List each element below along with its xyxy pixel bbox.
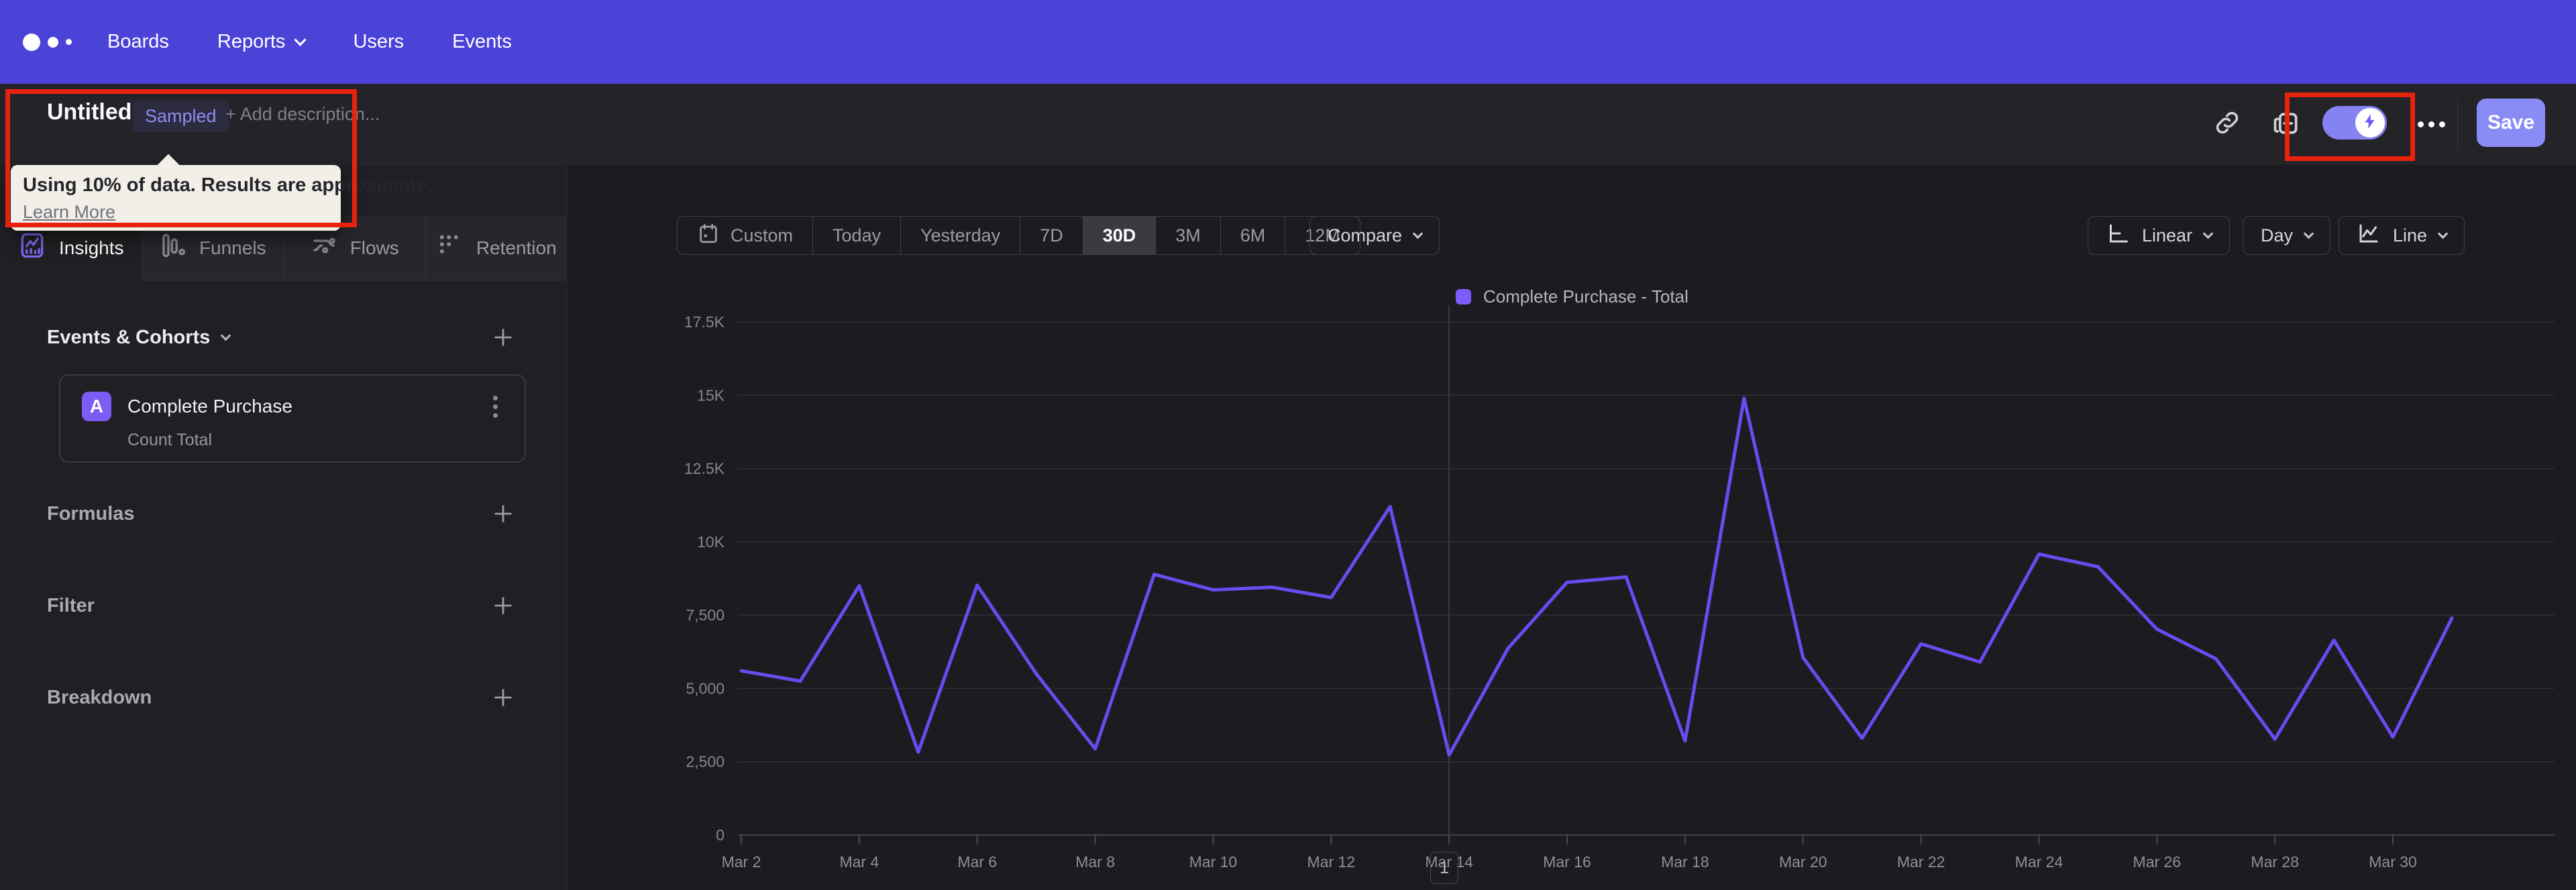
add-formulas-button[interactable] [488, 499, 518, 529]
tab-label: Insights [59, 237, 124, 258]
svg-text:Mar 20: Mar 20 [1779, 853, 1827, 871]
section-breakdown: Breakdown [0, 677, 567, 718]
pagination-page-1[interactable]: 1 [1430, 852, 1458, 884]
svg-text:Mar 26: Mar 26 [2133, 853, 2182, 871]
add-to-board-icon [2271, 108, 2301, 141]
event-name: Complete Purchase [127, 396, 292, 416]
event-letter-badge: A [82, 392, 111, 421]
mixpanel-logo-icon[interactable] [23, 33, 80, 51]
report-header-bar [0, 84, 2576, 164]
learn-more-link[interactable]: Learn More [23, 202, 115, 223]
link-icon [2213, 109, 2241, 140]
svg-text:Mar 8: Mar 8 [1075, 853, 1115, 871]
nav-item-users[interactable]: Users [353, 31, 404, 53]
tab-retention[interactable]: Retention [425, 216, 567, 280]
nav-item-boards[interactable]: Boards [107, 31, 169, 53]
tooltip-text: Using 10% of data. Results are approxima… [23, 174, 433, 196]
add-to-board-button[interactable] [2267, 84, 2305, 164]
events-cohorts-header[interactable]: Events & Cohorts [47, 327, 231, 349]
copy-link-button[interactable] [2208, 84, 2246, 164]
event-metric[interactable]: Count Total [127, 431, 212, 450]
nav-item-label: Boards [107, 31, 169, 52]
insights-icon [17, 231, 47, 265]
chevron-down-icon [294, 34, 307, 46]
nav-item-label: Events [452, 31, 512, 52]
svg-text:Mar 22: Mar 22 [1897, 853, 1945, 871]
nav-item-reports[interactable]: Reports [217, 31, 307, 53]
add-filter-button[interactable] [488, 591, 518, 620]
svg-text:Mar 16: Mar 16 [1543, 853, 1591, 871]
add-description-field[interactable]: + Add description... [225, 104, 380, 125]
svg-text:10K: 10K [697, 533, 725, 551]
section-label: Formulas [47, 502, 135, 524]
tab-label: Funnels [199, 237, 266, 258]
svg-text:Mar 18: Mar 18 [1661, 853, 1709, 871]
report-title[interactable]: Untitled [47, 99, 132, 125]
retention-icon [436, 231, 464, 264]
flows-icon [310, 231, 338, 264]
line-chart[interactable]: 0 2,500 5,000 7,500 10K 12.5K 15K 17.5K Mar 2 Mar… [568, 164, 2576, 890]
svg-text:Mar 12: Mar 12 [1307, 853, 1356, 871]
add-breakdown-button[interactable] [488, 683, 518, 712]
sampling-tooltip: Using 10% of data. Results are approxima… [11, 154, 433, 231]
report-canvas: Custom Today Yesterday 7D 30D 3M 6M 12M Compare… [568, 164, 2576, 890]
top-nav-items: Boards Reports Users Events [107, 31, 512, 53]
events-cohorts-section: Events & Cohorts [0, 317, 567, 357]
sampling-toggle[interactable] [2322, 106, 2387, 140]
svg-text:Mar 2: Mar 2 [722, 853, 761, 871]
svg-text:Mar 6: Mar 6 [957, 853, 997, 871]
event-options-button[interactable] [482, 390, 508, 423]
header-divider [2457, 101, 2458, 148]
top-nav: Boards Reports Users Events [0, 0, 2576, 84]
nav-item-label: Users [353, 31, 405, 52]
save-button[interactable]: Save [2477, 99, 2545, 147]
svg-text:0: 0 [716, 826, 724, 844]
svg-text:7,500: 7,500 [686, 606, 724, 624]
section-label: Filter [47, 594, 95, 616]
svg-text:Mar 28: Mar 28 [2251, 853, 2299, 871]
section-formulas: Formulas [0, 494, 567, 534]
lightning-bolt-icon [2361, 113, 2379, 133]
svg-text:2,500: 2,500 [686, 753, 724, 771]
more-options-button[interactable] [2412, 84, 2450, 164]
toggle-knob [2355, 108, 2385, 137]
svg-text:17.5K: 17.5K [684, 313, 725, 331]
svg-text:15K: 15K [697, 386, 725, 404]
sampled-badge[interactable]: Sampled [133, 101, 229, 132]
query-builder-sidebar: Insights Funnels Flows Retention Events & C… [0, 164, 567, 890]
chevron-down-icon [221, 330, 231, 341]
section-label: Breakdown [47, 686, 152, 708]
svg-text:5,000: 5,000 [686, 679, 724, 697]
funnels-icon [159, 231, 187, 264]
svg-text:Mar 10: Mar 10 [1189, 853, 1238, 871]
nav-item-events[interactable]: Events [452, 31, 512, 53]
svg-text:12.5K: 12.5K [684, 460, 725, 478]
add-event-button[interactable] [488, 323, 518, 352]
svg-text:Mar 24: Mar 24 [2015, 853, 2063, 871]
svg-text:Mar 30: Mar 30 [2369, 853, 2417, 871]
svg-text:Mar 4: Mar 4 [839, 853, 879, 871]
section-filter: Filter [0, 586, 567, 626]
event-row-complete-purchase[interactable]: A Complete Purchase Count Total [59, 374, 526, 463]
tab-label: Flows [350, 237, 399, 258]
nav-item-label: Reports [217, 31, 286, 52]
tab-label: Retention [476, 237, 557, 258]
